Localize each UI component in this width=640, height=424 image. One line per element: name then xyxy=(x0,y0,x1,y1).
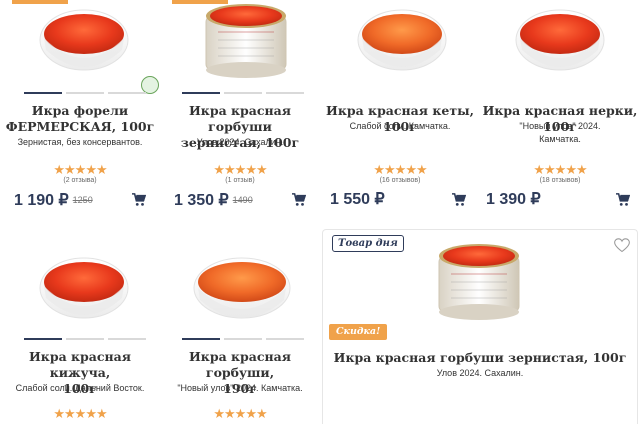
product-description: Слабой соли. Дальний Восток. xyxy=(15,383,145,393)
product-card[interactable]: Икра форели ФЕРМЕРСКАЯ, 100г Зернистая, … xyxy=(0,0,160,228)
product-image[interactable] xyxy=(514,4,606,78)
product-description: Улов 2024. Сахалин. xyxy=(196,137,284,147)
product-description: "Новый улов" 2024. Камчатка. xyxy=(519,121,601,144)
price: 1 190 ₽1250 xyxy=(14,192,93,209)
deal-of-day-tag: Товар дня xyxy=(332,235,404,252)
product-image[interactable] xyxy=(433,240,525,324)
reviews-count[interactable]: (1 отзыв) xyxy=(160,176,320,185)
product-image[interactable] xyxy=(356,4,448,78)
cart-icon[interactable] xyxy=(292,193,306,207)
old-price: 1490 xyxy=(232,195,253,205)
image-slider-dots[interactable] xyxy=(182,338,304,340)
reviews-count[interactable]: (2 отзыва) xyxy=(0,176,160,185)
product-card[interactable]: Икра красная горбуши зернистая, 100г Уло… xyxy=(160,0,320,228)
image-slider-dots[interactable] xyxy=(24,338,146,340)
reviews-count[interactable]: (16 отзывов) xyxy=(320,176,480,185)
product-title[interactable]: Икра форели ФЕРМЕРСКАЯ, 100г xyxy=(0,103,160,135)
rating-stars: ★★★★★ xyxy=(533,162,587,177)
product-card[interactable]: Икра красная кижуча, 100г Слабой соли. Д… xyxy=(0,230,160,423)
cart-icon[interactable] xyxy=(132,193,146,207)
rating-stars: ★★★★★ xyxy=(213,406,267,421)
sale-tag: Скидка! xyxy=(329,324,388,340)
product-image[interactable] xyxy=(38,4,130,78)
product-image[interactable] xyxy=(200,2,292,82)
heart-icon[interactable] xyxy=(614,238,630,253)
product-title[interactable]: Икра красная горбуши зернистая, 100г xyxy=(323,350,637,366)
image-slider-dots[interactable] xyxy=(182,92,304,94)
product-description: Слабой соли. Камчатка. xyxy=(349,121,451,131)
product-image[interactable] xyxy=(38,252,130,326)
price: 1 550 ₽ xyxy=(330,191,385,208)
product-card[interactable]: Икра красная кеты, 100г Слабой соли. Кам… xyxy=(320,0,480,228)
price-row: 1 350 ₽1490 xyxy=(160,190,320,210)
product-image[interactable] xyxy=(192,254,292,328)
product-description: Зернистая, без консервантов. xyxy=(17,137,143,147)
price-row: 1 190 ₽1250 xyxy=(0,190,160,210)
price: 1 350 ₽1490 xyxy=(174,192,253,209)
rating-stars: ★★★★★ xyxy=(213,162,267,177)
product-card[interactable]: Икра красная нерки, 100г "Новый улов" 20… xyxy=(480,0,640,228)
image-slider-dots[interactable] xyxy=(24,92,146,94)
rating-stars: ★★★★★ xyxy=(373,162,427,177)
rating-stars: ★★★★★ xyxy=(53,406,107,421)
deal-of-day-card[interactable]: Товар дня Скидка! Икра красная горбуши з… xyxy=(322,229,638,424)
product-description: Улов 2024. Сахалин. xyxy=(436,368,524,378)
price: 1 390 ₽ xyxy=(486,191,541,208)
product-card[interactable]: Икра красная горбуши, 190г "Новый улов" … xyxy=(160,230,320,423)
price-row: 1 390 ₽ xyxy=(480,190,640,210)
old-price: 1250 xyxy=(72,195,93,205)
price-row: 1 550 ₽ xyxy=(320,190,480,210)
product-description: "Новый улов" 2024. Камчатка. xyxy=(177,383,303,393)
reviews-count[interactable]: (18 отзывов) xyxy=(480,176,640,185)
cart-icon[interactable] xyxy=(452,193,466,207)
cart-icon[interactable] xyxy=(616,193,630,207)
rating-stars: ★★★★★ xyxy=(53,162,107,177)
